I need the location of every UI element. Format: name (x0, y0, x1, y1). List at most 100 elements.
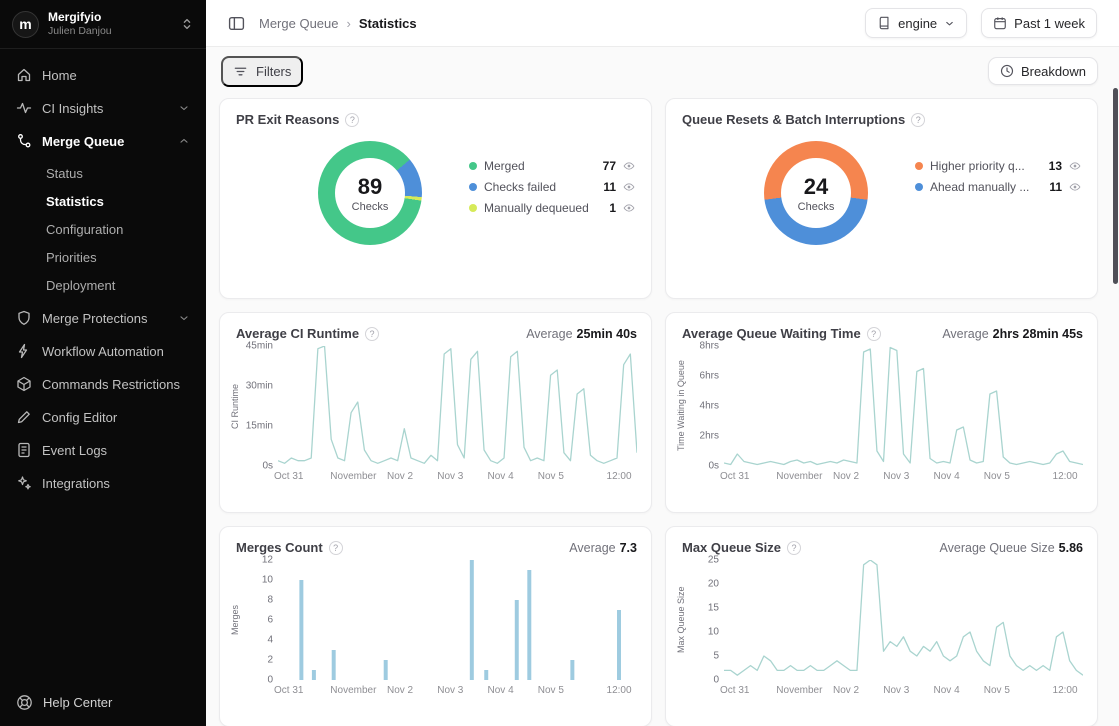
legend-value: 1 (609, 201, 616, 215)
legend-label: Merged (484, 159, 525, 173)
line-chart: CI Runtime 0s15min30min45min Oct 31Novem… (220, 346, 651, 487)
sidebar-item-merge-queue[interactable]: Merge Queue (8, 125, 198, 157)
sidebar-item-label: Workflow Automation (42, 344, 164, 359)
donut-center-label: Checks (798, 201, 835, 213)
sidebar-item-merge-protections[interactable]: Merge Protections (8, 302, 198, 334)
sidebar-subitem-deployment[interactable]: Deployment (8, 271, 198, 299)
x-tick-label: November (330, 685, 376, 696)
breadcrumb-parent[interactable]: Merge Queue (259, 16, 339, 31)
org-switcher[interactable]: m Mergifyio Julien Danjou (0, 0, 206, 49)
x-tick-label: Nov 3 (437, 471, 463, 482)
y-tick-label: 5 (713, 651, 719, 662)
x-tick-label: Oct 31 (720, 685, 749, 696)
sidebar-item-event-logs[interactable]: Event Logs (8, 434, 198, 466)
life-buoy-icon (16, 694, 33, 711)
help-icon[interactable]: ? (329, 541, 343, 555)
filter-icon (233, 64, 248, 79)
y-tick-label: 15min (246, 421, 273, 432)
help-icon[interactable]: ? (365, 327, 379, 341)
calendar-icon (993, 16, 1007, 30)
y-tick-label: 8hrs (700, 341, 719, 352)
x-axis-ticks: Oct 31NovemberNov 2Nov 3Nov 4Nov 512:00 (278, 683, 637, 701)
card-title: Average CI Runtime (236, 326, 359, 341)
legend-item[interactable]: Higher priority q... 13 (915, 155, 1081, 176)
legend-item[interactable]: Manually dequeued 1 (469, 197, 635, 218)
x-axis-ticks: Oct 31NovemberNov 2Nov 3Nov 4Nov 512:00 (278, 469, 637, 487)
x-tick-label: Nov 2 (833, 471, 859, 482)
sidebar-subitem-priorities[interactable]: Priorities (8, 243, 198, 271)
chevron-down-icon (178, 102, 190, 114)
sidebar-subitem-statistics[interactable]: Statistics (8, 187, 198, 215)
breadcrumb: Merge Queue › Statistics (259, 16, 417, 31)
x-tick-label: 12:00 (1053, 471, 1078, 482)
card-average: Average Queue Size5.86 (940, 541, 1083, 555)
sidebar-subitem-status[interactable]: Status (8, 159, 198, 187)
x-tick-label: 12:00 (607, 685, 632, 696)
y-tick-label: 0 (713, 675, 719, 686)
x-tick-label: Nov 2 (387, 685, 413, 696)
y-tick-label: 2 (267, 655, 273, 666)
donut-center: 24 Checks (781, 158, 851, 228)
sidebar-item-workflow-automation[interactable]: Workflow Automation (8, 335, 198, 367)
y-axis-ticks: 024681012 (242, 560, 278, 680)
visibility-toggle-icon[interactable] (623, 202, 635, 214)
y-tick-label: 10 (262, 575, 273, 586)
sidebar-item-label: Merge Queue (42, 134, 124, 149)
legend-item[interactable]: Checks failed 11 (469, 176, 635, 197)
x-tick-label: Nov 4 (488, 685, 514, 696)
y-axis-label: Merges (228, 560, 242, 680)
scrollbar-thumb[interactable] (1113, 88, 1118, 284)
chart-plot (278, 346, 637, 466)
sidebar-item-config-editor[interactable]: Config Editor (8, 401, 198, 433)
chart-plot (278, 560, 637, 680)
legend-item[interactable]: Ahead manually ... 11 (915, 176, 1081, 197)
visibility-toggle-icon[interactable] (623, 181, 635, 193)
zap-icon (16, 343, 32, 359)
repository-selector[interactable]: engine (865, 8, 967, 38)
date-range-button[interactable]: Past 1 week (981, 8, 1097, 38)
breakdown-button[interactable]: Breakdown (988, 57, 1098, 85)
y-axis-label: CI Runtime (228, 346, 242, 466)
cube-icon (16, 376, 32, 392)
y-axis-label: Max Queue Size (674, 560, 688, 680)
sidebar-item-home[interactable]: Home (8, 59, 198, 91)
help-center-link[interactable]: Help Center (0, 679, 206, 726)
chevron-down-icon (178, 312, 190, 324)
help-icon[interactable]: ? (345, 113, 359, 127)
y-axis-ticks: 0s15min30min45min (242, 346, 278, 466)
sidebar-toggle-icon[interactable] (228, 15, 245, 32)
donut-center-value: 24 (804, 174, 828, 200)
y-axis-label: Time Waiting in Queue (674, 346, 688, 466)
toolbar: Filters Breakdown (219, 53, 1098, 89)
chevrons-up-down-icon (180, 17, 194, 31)
sidebar-item-integrations[interactable]: Integrations (8, 467, 198, 499)
legend-item[interactable]: Merged 77 (469, 155, 635, 176)
sidebar-item-ci-insights[interactable]: CI Insights (8, 92, 198, 124)
x-tick-label: November (330, 471, 376, 482)
y-tick-label: 0 (267, 675, 273, 686)
chevron-up-icon (178, 135, 190, 147)
y-tick-label: 45min (246, 341, 273, 352)
visibility-toggle-icon[interactable] (623, 160, 635, 172)
sidebar-subitem-configuration[interactable]: Configuration (8, 215, 198, 243)
help-icon[interactable]: ? (787, 541, 801, 555)
breadcrumb-current: Statistics (359, 16, 417, 31)
y-tick-label: 4 (267, 635, 273, 646)
card-title: Queue Resets & Batch Interruptions (682, 112, 905, 127)
y-tick-label: 4hrs (700, 401, 719, 412)
sidebar-item-label: Integrations (42, 476, 110, 491)
y-tick-label: 12 (262, 555, 273, 566)
x-tick-label: Nov 5 (538, 471, 564, 482)
help-icon[interactable]: ? (867, 327, 881, 341)
activity-icon (16, 100, 32, 116)
sidebar-item-commands-restrictions[interactable]: Commands Restrictions (8, 368, 198, 400)
breadcrumb-separator: › (347, 16, 351, 31)
visibility-toggle-icon[interactable] (1069, 181, 1081, 193)
donut-center-label: Checks (352, 201, 389, 213)
chart-plot (724, 560, 1083, 680)
visibility-toggle-icon[interactable] (1069, 160, 1081, 172)
filters-button[interactable]: Filters (221, 56, 303, 87)
x-tick-label: Nov 2 (387, 471, 413, 482)
content-area: Filters Breakdown PR Exit Reasons ? 89 (206, 47, 1119, 726)
help-icon[interactable]: ? (911, 113, 925, 127)
